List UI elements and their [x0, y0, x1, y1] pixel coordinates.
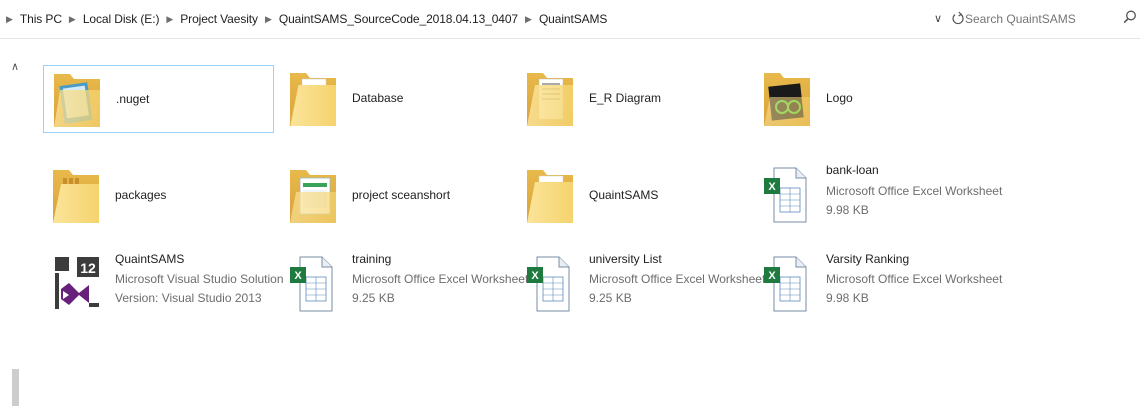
recent-locations-chevron-down-icon[interactable]: ∨ [930, 10, 946, 28]
item-name: QuaintSAMS [589, 188, 659, 202]
search-icon[interactable] [1122, 8, 1140, 28]
file-varsity-ranking[interactable]: X Varsity Ranking Microsoft Office Excel… [754, 251, 1002, 319]
item-size: 9.98 KB [826, 203, 869, 217]
item-version: Version: Visual Studio 2013 [115, 291, 262, 305]
breadcrumb: ▶ This PC ▶ Local Disk (E:) ▶ Project Va… [0, 0, 890, 38]
item-size: 9.98 KB [826, 291, 869, 305]
scroll-up-arrow-icon[interactable]: ∧ [11, 60, 19, 73]
excel-file-icon: X [286, 255, 342, 315]
folder-quaintsams[interactable]: QuaintSAMS [517, 162, 748, 230]
breadcrumb-separator-icon[interactable]: ▶ [159, 14, 180, 25]
item-type: Microsoft Visual Studio Solution [115, 272, 284, 286]
folder-icon [286, 69, 342, 129]
item-type: Microsoft Office Excel Worksheet [826, 272, 1003, 286]
folder-logo[interactable]: Logo [754, 65, 985, 133]
file-bank-loan[interactable]: X bank-loan Microsoft Office Excel Works… [754, 162, 1002, 230]
item-size: 9.25 KB [589, 291, 632, 305]
breadcrumb-local-disk[interactable]: Local Disk (E:) [83, 12, 160, 26]
item-type: Microsoft Office Excel Worksheet [589, 272, 766, 286]
folder-database[interactable]: Database [280, 65, 511, 133]
folder-e-r-diagram[interactable]: E_R Diagram [517, 65, 748, 133]
item-size: 9.25 KB [352, 291, 395, 305]
breadcrumb-source-code[interactable]: QuaintSAMS_SourceCode_2018.04.13_0407 [279, 12, 518, 26]
item-name: university List [589, 252, 662, 266]
folder-image-icon [286, 166, 342, 226]
folder-image-icon [760, 69, 816, 129]
item-name: Logo [826, 91, 853, 105]
breadcrumb-separator-icon[interactable]: ▶ [62, 14, 83, 25]
excel-file-icon: X [523, 255, 579, 315]
folder-docs-icon [523, 69, 579, 129]
folder-icon [523, 166, 579, 226]
excel-file-icon: X [760, 166, 816, 226]
file-quaintsams-solution[interactable]: 12 QuaintSAMS Microsoft Visual Studio So… [43, 251, 284, 319]
breadcrumb-separator-icon[interactable]: ▶ [0, 14, 20, 25]
item-name: Database [352, 91, 404, 105]
svg-text:X: X [768, 181, 776, 193]
item-name: Varsity Ranking [826, 252, 910, 266]
item-name: project sceanshort [352, 188, 451, 202]
item-name: .nuget [116, 92, 150, 106]
excel-file-icon: X [760, 255, 816, 315]
breadcrumb-separator-icon[interactable]: ▶ [518, 14, 539, 25]
item-name: E_R Diagram [589, 91, 662, 105]
item-type: Microsoft Office Excel Worksheet [826, 184, 1003, 198]
breadcrumb-this-pc[interactable]: This PC [20, 12, 62, 26]
vertical-scrollbar[interactable] [0, 56, 14, 406]
breadcrumb-separator-icon[interactable]: ▶ [258, 14, 279, 25]
svg-text:X: X [768, 270, 776, 282]
file-university-list[interactable]: X university List Microsoft Office Excel… [517, 251, 765, 319]
address-bar: ▶ This PC ▶ Local Disk (E:) ▶ Project Va… [0, 0, 1140, 39]
folder-packages[interactable]: packages [43, 162, 274, 230]
item-type: Microsoft Office Excel Worksheet [352, 272, 529, 286]
scrollbar-thumb[interactable] [12, 369, 19, 406]
item-name: training [352, 252, 392, 266]
folder-nuget[interactable]: .nuget [43, 65, 274, 133]
folder-project-sceanshort[interactable]: project sceanshort [280, 162, 511, 230]
file-training[interactable]: X training Microsoft Office Excel Worksh… [280, 251, 528, 319]
svg-text:X: X [531, 270, 539, 282]
item-name: QuaintSAMS [115, 252, 185, 266]
search-input[interactable] [965, 9, 1105, 29]
folder-icon [49, 166, 105, 226]
item-name: bank-loan [826, 163, 879, 177]
search-box[interactable] [957, 6, 1140, 32]
breadcrumb-project-vaesity[interactable]: Project Vaesity [180, 12, 258, 26]
svg-text:X: X [294, 270, 302, 282]
item-name: packages [115, 188, 167, 202]
folder-nuget-icon [50, 70, 106, 130]
breadcrumb-quaintsams[interactable]: QuaintSAMS [539, 12, 607, 26]
svg-text:12: 12 [80, 260, 96, 276]
vs-solution-icon: 12 [49, 255, 105, 315]
